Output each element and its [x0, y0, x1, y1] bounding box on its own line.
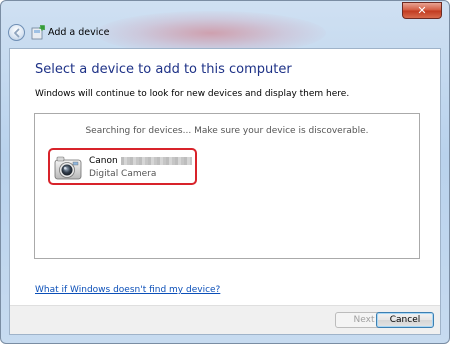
device-name: Canon [89, 156, 192, 166]
device-not-found-help-link[interactable]: What if Windows doesn't find my device? [35, 285, 220, 295]
page-title: Select a device to add to this computer [35, 62, 292, 77]
add-device-window: ✕ Add a device Select a device to add to… [0, 0, 450, 344]
device-type: Digital Camera [89, 169, 157, 179]
back-button[interactable] [8, 24, 25, 41]
wizard-button-bar: Next Cancel [10, 305, 440, 334]
device-item-canon-camera[interactable]: Canon Digital Camera [48, 148, 197, 185]
cancel-button[interactable]: Cancel [376, 312, 434, 328]
window-title: Add a device [48, 27, 110, 38]
search-status-text: Searching for devices... Make sure your … [85, 126, 369, 136]
camera-icon [54, 156, 82, 180]
close-button[interactable]: ✕ [402, 2, 442, 19]
wizard-content: Select a device to add to this computer … [9, 48, 441, 335]
page-description: Windows will continue to look for new de… [35, 89, 350, 99]
device-list[interactable]: Searching for devices... Make sure your … [34, 113, 420, 259]
close-icon: ✕ [417, 4, 427, 17]
back-arrow-icon [14, 28, 20, 38]
redacted-model-number [120, 156, 192, 165]
add-device-wizard-icon [31, 25, 45, 40]
